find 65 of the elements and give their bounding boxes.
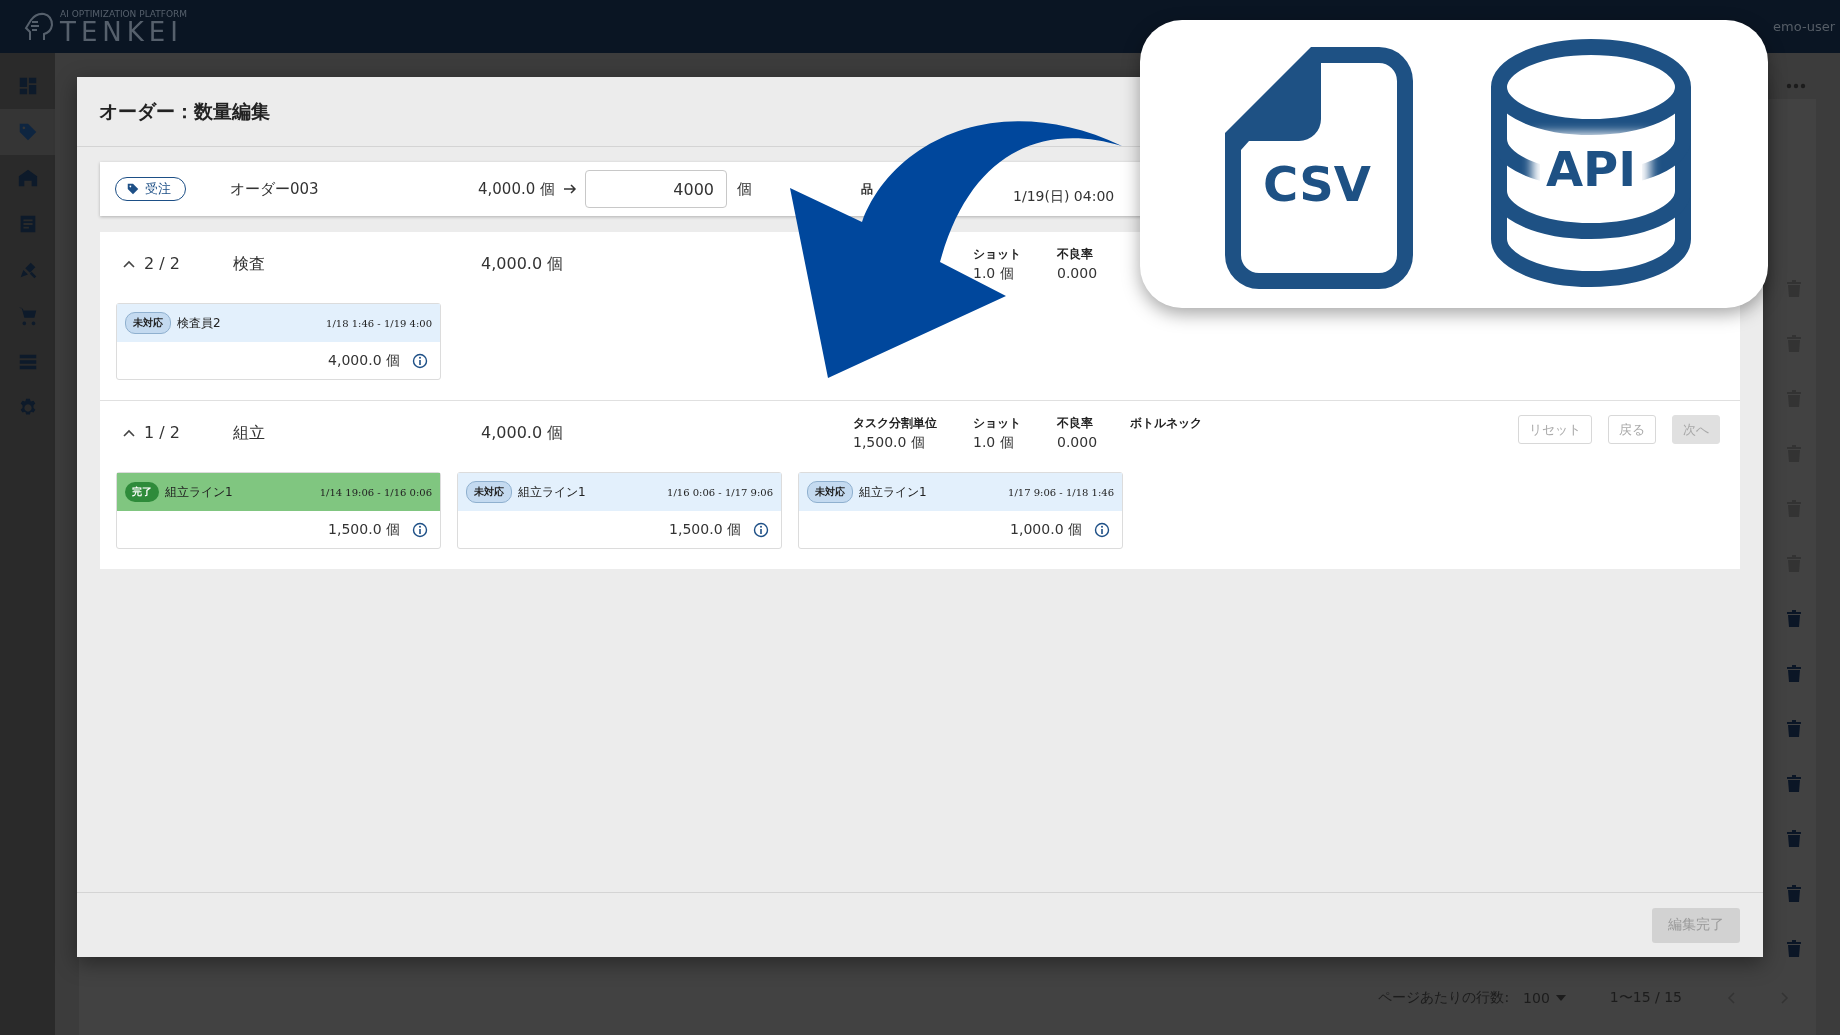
collapse-icon[interactable] bbox=[122, 258, 136, 269]
due-date: 1/19(日) 04:00 bbox=[1013, 188, 1115, 206]
task-worker: 検査員2 bbox=[177, 314, 221, 332]
task-quantity: 4,000.0 個 bbox=[328, 351, 400, 370]
tag-icon bbox=[126, 182, 140, 196]
caret-icon bbox=[1555, 995, 1566, 1001]
logo-tagline: AI OPTIMIZATION PLATFORM bbox=[60, 8, 188, 19]
info-icon[interactable] bbox=[753, 521, 769, 538]
trash-icon[interactable] bbox=[1786, 884, 1802, 902]
user-name[interactable]: emo-user bbox=[1773, 19, 1835, 34]
trash-icon[interactable] bbox=[1786, 939, 1802, 957]
task-quantity: 1,500.0 個 bbox=[328, 520, 400, 539]
status-badge: 未対応 bbox=[125, 312, 171, 334]
trash-icon[interactable] bbox=[1786, 829, 1802, 847]
trash-icon[interactable] bbox=[1786, 609, 1802, 627]
stat-value: 1,500.0 個 bbox=[853, 434, 926, 452]
stat-label: ショット bbox=[973, 246, 1022, 263]
task-period: 1/16 0:06 - 1/17 9:06 bbox=[667, 486, 773, 498]
stat-label: 不良率 bbox=[1057, 246, 1094, 263]
trash-icon[interactable] bbox=[1786, 719, 1802, 737]
process-quantity: 4,000.0 個 bbox=[481, 254, 565, 275]
order-name: オーダー003 bbox=[230, 179, 320, 199]
right-arrow-icon bbox=[563, 183, 578, 195]
logo-wordmark: TENKEI bbox=[60, 18, 183, 45]
item-label: 品 bbox=[861, 180, 874, 198]
info-icon[interactable] bbox=[412, 521, 428, 538]
process-name: 組立 bbox=[233, 423, 266, 444]
stat-label: ショット bbox=[973, 415, 1022, 432]
task-worker: 組立ライン1 bbox=[518, 483, 586, 501]
status-badge: 完了 bbox=[125, 482, 159, 502]
stat-value: 1.0 個 bbox=[973, 434, 1015, 452]
status-badge: 未対応 bbox=[466, 481, 512, 503]
quantity-unit: 個 bbox=[737, 179, 753, 199]
stat-label: タスク分割単位 bbox=[853, 415, 938, 432]
more-icon[interactable] bbox=[1786, 83, 1806, 89]
task-period: 1/14 19:06 - 1/16 0:06 bbox=[319, 486, 432, 498]
order-quantity: 4,000.0 個 bbox=[478, 179, 556, 199]
task-period: 1/18 1:46 - 1/19 4:00 bbox=[326, 317, 432, 329]
format-label: API bbox=[1539, 141, 1643, 197]
task-quantity: 1,500.0 個 bbox=[669, 520, 741, 539]
task-worker: 組立ライン1 bbox=[859, 483, 927, 501]
format-label: CSV bbox=[1263, 156, 1371, 212]
process-quantity: 4,000.0 個 bbox=[481, 423, 565, 444]
stat-value: 0.000 bbox=[1057, 265, 1099, 281]
task-quantity: 1,000.0 個 bbox=[1010, 520, 1082, 539]
process-name: 検査 bbox=[233, 254, 266, 275]
step-counter: 2 / 2 bbox=[144, 254, 180, 273]
task-worker: 組立ライン1 bbox=[165, 483, 233, 501]
stat-value: 0.000 bbox=[1057, 434, 1099, 450]
trash-icon[interactable] bbox=[1786, 664, 1802, 682]
tag-label: 受注 bbox=[145, 180, 171, 198]
info-icon[interactable] bbox=[412, 352, 428, 369]
step-counter: 1 / 2 bbox=[144, 423, 180, 442]
sidebar-item[interactable] bbox=[0, 109, 55, 155]
stat-label: 不良率 bbox=[1057, 415, 1094, 432]
task-period: 1/17 9:06 - 1/18 1:46 bbox=[1008, 486, 1114, 498]
info-icon[interactable] bbox=[1094, 521, 1110, 538]
stat-label: ボトルネック bbox=[1130, 415, 1203, 432]
quantity-input[interactable]: 4000 bbox=[585, 170, 728, 208]
house-icon bbox=[16, 167, 39, 189]
status-badge: 未対応 bbox=[807, 481, 853, 503]
dialog-title: オーダー：数量編集 bbox=[99, 98, 270, 124]
collapse-icon[interactable] bbox=[122, 427, 136, 438]
trash-icon[interactable] bbox=[1786, 774, 1802, 792]
stat-value: 1.0 個 bbox=[973, 265, 1015, 283]
